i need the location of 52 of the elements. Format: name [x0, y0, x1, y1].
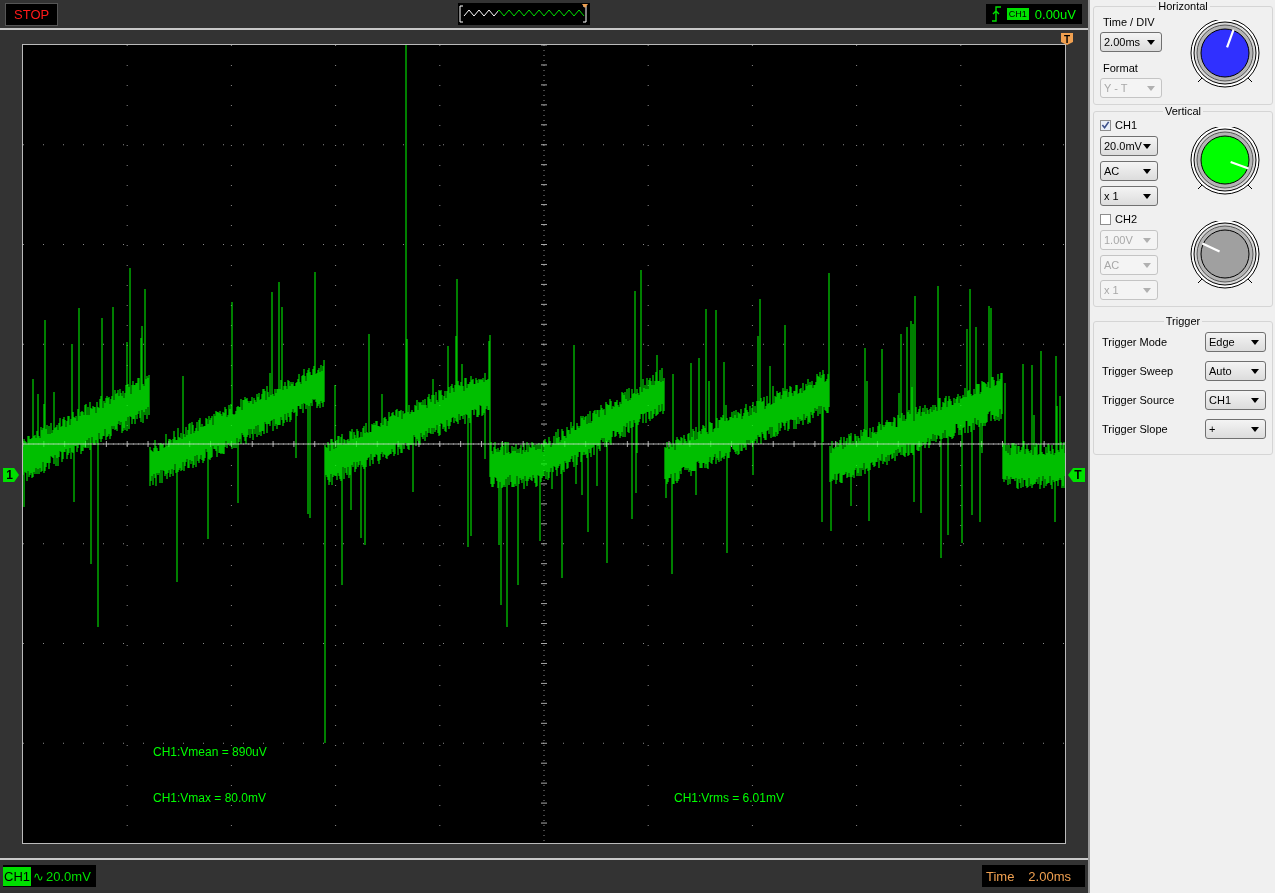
caret-icon — [1251, 339, 1259, 345]
section-title: Vertical — [1163, 105, 1203, 117]
volts-per-div: 20.0mV — [46, 868, 91, 884]
waveform-preview[interactable] — [457, 3, 590, 25]
checkbox[interactable] — [1100, 119, 1111, 131]
rising-edge-icon — [991, 6, 1001, 22]
measurement-readout: CH1:Vrms = 6.01mV — [674, 791, 784, 805]
field-label: Trigger Mode — [1102, 336, 1167, 348]
caret-icon — [1143, 143, 1151, 149]
channel-marker[interactable]: 1 — [3, 468, 19, 482]
field-label: Trigger Slope — [1102, 423, 1168, 435]
field-label: Trigger Source — [1102, 394, 1175, 406]
field-label: Time / DIV — [1103, 16, 1156, 28]
section-title: Trigger — [1164, 315, 1202, 327]
dropdown[interactable]: Auto — [1205, 361, 1266, 381]
run-state-indicator[interactable]: STOP — [5, 2, 59, 26]
caret-icon — [1251, 397, 1259, 403]
dropdown[interactable]: + — [1205, 419, 1266, 439]
caret-icon — [1143, 287, 1151, 293]
dropdown[interactable]: Edge — [1205, 332, 1266, 352]
knob[interactable] — [1190, 20, 1262, 90]
caret-icon — [1143, 262, 1151, 268]
caret-icon — [1143, 168, 1151, 174]
knob[interactable] — [1190, 220, 1262, 291]
field-label: Format — [1103, 62, 1139, 74]
knob[interactable] — [1190, 126, 1262, 197]
dropdown[interactable]: CH1 — [1205, 390, 1266, 410]
caret-icon — [1147, 85, 1155, 91]
trigger-position-marker[interactable]: T — [1061, 33, 1073, 45]
measurement-readout: CH1:Vmean = 890uV — [153, 745, 267, 759]
caret-icon — [1251, 426, 1259, 432]
coupling-symbol: ∿ — [33, 868, 44, 884]
measurement-readout: CH1:Vmax = 80.0mV — [153, 791, 267, 805]
checkbox[interactable] — [1100, 213, 1111, 225]
dropdown[interactable]: AC — [1100, 161, 1158, 181]
dropdown[interactable]: 20.0mV — [1100, 136, 1158, 156]
channel-badge: CH1 — [1006, 8, 1029, 20]
checkbox-label[interactable]: CH2 — [1115, 213, 1137, 225]
caret-icon — [1251, 368, 1259, 374]
channel-badge: CH1 — [3, 866, 31, 886]
dropdown[interactable]: 2.00ms — [1100, 32, 1162, 52]
dropdown[interactable]: x 1 — [1100, 186, 1158, 206]
field-label: Trigger Sweep — [1102, 365, 1174, 377]
caret-icon — [1143, 237, 1151, 243]
checkbox-label[interactable]: CH1 — [1115, 119, 1137, 131]
trigger-level: 0.00uV — [1034, 6, 1076, 22]
time-per-div: 2.00ms — [1028, 868, 1071, 884]
caret-icon — [1143, 193, 1151, 199]
caret-icon — [1147, 39, 1155, 45]
trigger-level-marker[interactable]: T — [1068, 468, 1085, 482]
section-title: Horizontal — [1157, 0, 1209, 12]
time-label: Time — [985, 868, 1015, 884]
